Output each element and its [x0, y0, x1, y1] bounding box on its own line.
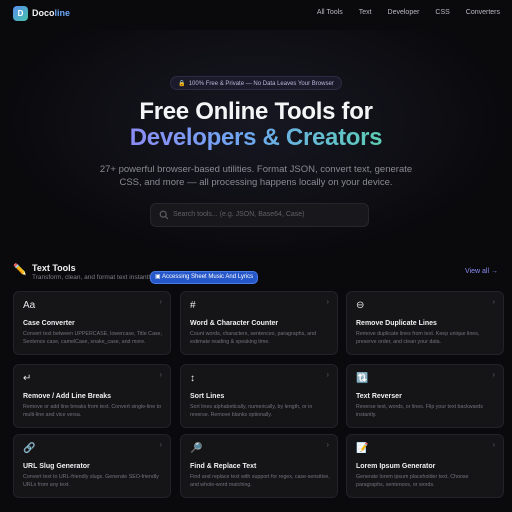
- tool-card-title: Case Converter: [23, 320, 75, 327]
- lock-icon: 🔒: [178, 81, 186, 87]
- chevron-right-icon: ›: [492, 440, 495, 449]
- hash-icon: #: [190, 300, 196, 311]
- tool-card-description: Convert text to URL-friendly slugs. Gene…: [23, 474, 159, 488]
- tool-card-description: Generate lorem ipsum placeholder text. C…: [356, 474, 469, 488]
- tool-card[interactable]: ↵ › Remove / Add Line Breaks Remove or add …: [13, 364, 171, 428]
- tool-card[interactable]: # › Word & Character Counter Count words, c…: [180, 291, 338, 355]
- brand-name-part2: line: [54, 8, 71, 18]
- search-placeholder: Search tools... (e.g. JSON, Base64, Case…: [173, 211, 305, 218]
- nav-css[interactable]: CSS: [435, 9, 449, 16]
- section-title: Text Tools: [32, 263, 76, 273]
- text-case-icon: Aa: [23, 300, 36, 311]
- return-arrow-icon: ↵: [23, 373, 32, 384]
- chevron-right-icon: ›: [159, 370, 162, 379]
- memo-icon: 📝: [356, 443, 369, 454]
- brand-name-part1: Doco: [32, 8, 55, 18]
- hero-title-line2: Developers & Creators: [0, 124, 512, 152]
- view-all-link[interactable]: View all →: [465, 268, 498, 275]
- tool-card[interactable]: 📝 › Lorem Ipsum Generator Generate lorem ip…: [346, 434, 504, 498]
- chevron-right-icon: ›: [326, 370, 329, 379]
- tool-search-input[interactable]: Search tools... (e.g. JSON, Base64, Case…: [150, 203, 369, 227]
- reverse-arrows-icon: 🔃: [356, 373, 369, 384]
- link-icon: 🔗: [23, 443, 36, 454]
- nav-all-tools[interactable]: All Tools: [317, 9, 343, 16]
- logo-icon[interactable]: D: [13, 6, 28, 21]
- tool-card-title: Remove Duplicate Lines: [356, 320, 437, 327]
- remove-circle-icon: ⊖: [356, 300, 365, 311]
- main-nav: All Tools Text Developer CSS Converters: [303, 9, 500, 16]
- tool-card-title: Word & Character Counter: [190, 320, 279, 327]
- tool-card-title: Lorem Ipsum Generator: [356, 463, 436, 470]
- link-tooltip[interactable]: ▣ Accessing Sheet Music And Lyrics: [151, 272, 258, 283]
- tool-card-description: Convert text between UPPERCASE, lowercas…: [23, 331, 162, 345]
- brand-name[interactable]: Docoline: [32, 8, 70, 18]
- privacy-badge: 🔒 100% Free & Private — No Data Leaves Yo…: [170, 76, 342, 90]
- tool-card-title: Find & Replace Text: [190, 463, 257, 470]
- tool-card[interactable]: 🔗 › URL Slug Generator Convert text to URL-…: [13, 434, 171, 498]
- tool-card[interactable]: Aa › Case Converter Convert text between UP…: [13, 291, 171, 355]
- chevron-right-icon: ›: [492, 370, 495, 379]
- tool-card-title: URL Slug Generator: [23, 463, 90, 470]
- pencil-icon: ✏️: [13, 264, 27, 276]
- tool-card-title: Remove / Add Line Breaks: [23, 393, 112, 400]
- nav-text[interactable]: Text: [359, 9, 372, 16]
- tool-card-description: Sort lines alphabetically, numerically, …: [190, 404, 313, 418]
- sort-arrows-icon: ↕: [190, 373, 195, 384]
- nav-converters[interactable]: Converters: [466, 9, 500, 16]
- tool-card-description: Find and replace text with support for r…: [190, 474, 330, 488]
- link-tooltip-text: Accessing Sheet Music And Lyrics: [162, 274, 254, 280]
- tool-card-description: Reverse text, words, or lines. Flip your…: [356, 404, 483, 418]
- tool-card[interactable]: ⊖ › Remove Duplicate Lines Remove duplicate…: [346, 291, 504, 355]
- hero-title-gradient-text: Developers & Creators: [129, 124, 383, 151]
- privacy-badge-text: 100% Free & Private — No Data Leaves You…: [188, 81, 334, 87]
- magnifier-icon: 🔎: [190, 443, 203, 454]
- tool-card[interactable]: ↕ › Sort Lines Sort lines alphabetically, n…: [180, 364, 338, 428]
- nav-developer[interactable]: Developer: [388, 9, 420, 16]
- search-icon: [159, 210, 169, 220]
- hero-subtitle: 27+ powerful browser-based utilities. Fo…: [99, 164, 413, 188]
- chevron-right-icon: ›: [492, 297, 495, 306]
- tool-card-description: Remove duplicate lines from text. Keep u…: [356, 331, 480, 345]
- chevron-right-icon: ›: [326, 297, 329, 306]
- chevron-right-icon: ›: [326, 440, 329, 449]
- top-header: D Docoline All Tools Text Developer CSS …: [0, 0, 512, 28]
- tool-card-title: Sort Lines: [190, 393, 225, 400]
- chevron-right-icon: ›: [159, 297, 162, 306]
- tool-card-title: Text Reverser: [356, 393, 402, 400]
- tool-card-description: Remove or add line breaks from text. Con…: [23, 404, 162, 418]
- tool-card-description: Count words, characters, sentences, para…: [190, 331, 317, 345]
- tool-card[interactable]: 🔃 › Text Reverser Reverse text, words, or l…: [346, 364, 504, 428]
- hero-title-line1: Free Online Tools for: [139, 98, 373, 125]
- section-subtitle: Transform, clean, and format text instan…: [32, 274, 154, 281]
- chevron-right-icon: ›: [159, 440, 162, 449]
- tool-card[interactable]: 🔎 › Find & Replace Text Find and replace te…: [180, 434, 338, 498]
